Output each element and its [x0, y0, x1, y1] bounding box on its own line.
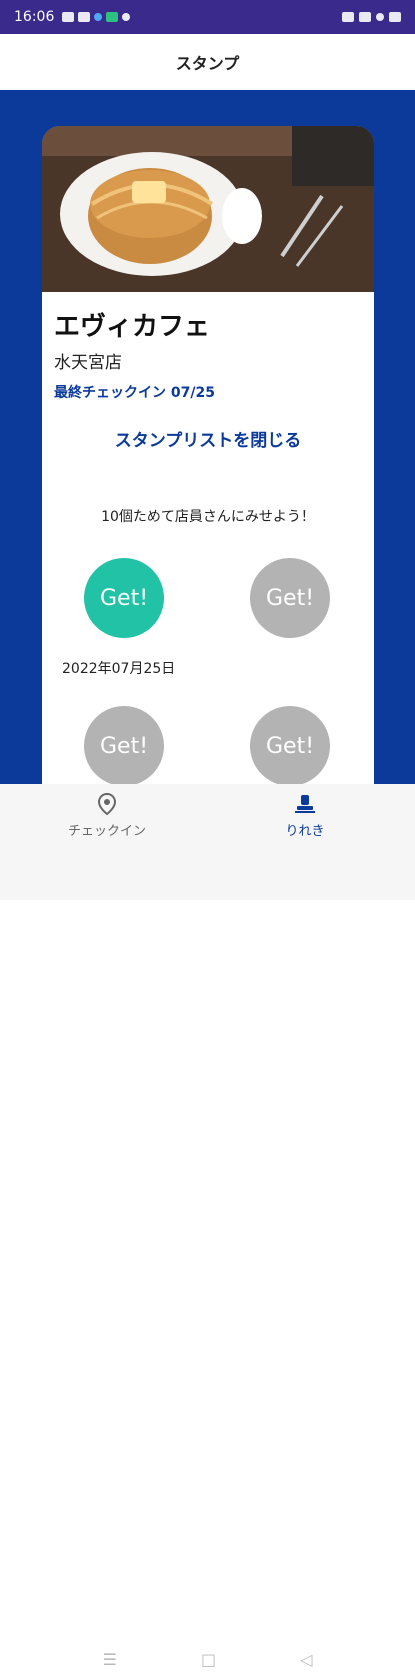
back-icon[interactable]: ◁: [300, 1650, 312, 1669]
more-icon: [122, 13, 131, 21]
wifi-icon: [78, 12, 91, 22]
main-content: エヴィカフェ 水天宮店 最終チェックイン 07/25 スタンプリストを閉じる 1…: [0, 90, 415, 786]
page-title: スタンプ: [175, 54, 240, 73]
status-left-icons: [62, 12, 131, 22]
system-nav: ☰ □ ◁: [0, 1639, 415, 1679]
stamp-slot-4: Get!: [250, 706, 330, 786]
shop-branch: 水天宮店: [54, 353, 122, 373]
close-stamp-list-button[interactable]: スタンプリストを閉じる: [42, 426, 374, 451]
last-checkin: 最終チェックイン 07/25: [54, 385, 215, 401]
location-pin-icon: [97, 792, 117, 816]
stamp-slot-3: Get!: [84, 706, 164, 786]
nav-item-checkin[interactable]: チェックイン: [32, 792, 182, 852]
nav-item-history[interactable]: りれき: [230, 792, 380, 852]
battery-level-icon: [389, 12, 401, 22]
shop-name: エヴィカフェ: [54, 312, 211, 342]
instructions: 10個ためて店員さんにみせよう！: [101, 509, 315, 525]
network-icon: [342, 12, 354, 22]
menu-icon[interactable]: ☰: [103, 1650, 117, 1669]
stamp-slot-2: Get!: [250, 558, 330, 638]
stamp-slot-1: Get!: [84, 558, 164, 638]
signal-icon: [62, 12, 75, 22]
status-bar: 16:06: [0, 0, 415, 34]
hero-image: [42, 126, 374, 292]
shop-card: エヴィカフェ 水天宮店 最終チェックイン 07/25 スタンプリストを閉じる 1…: [42, 126, 374, 786]
home-icon[interactable]: □: [201, 1650, 216, 1669]
status-right-icons: [342, 0, 401, 34]
pancake-photo: [42, 126, 374, 292]
nav-label-history: りれき: [285, 824, 325, 839]
app-icon: [106, 12, 119, 22]
bluetooth-icon: [376, 13, 384, 21]
nav-label-checkin: チェックイン: [67, 824, 146, 839]
notification-icon: [94, 13, 103, 21]
app-header: スタンプ: [0, 34, 415, 91]
bottom-nav: チェックイン りれき ☰ □ ◁: [0, 784, 415, 1669]
battery-icon: [359, 12, 371, 22]
status-time: 16:06: [14, 9, 55, 25]
stamp-icon: [295, 795, 315, 813]
stamp-date: 2022年07月25日: [62, 661, 176, 677]
